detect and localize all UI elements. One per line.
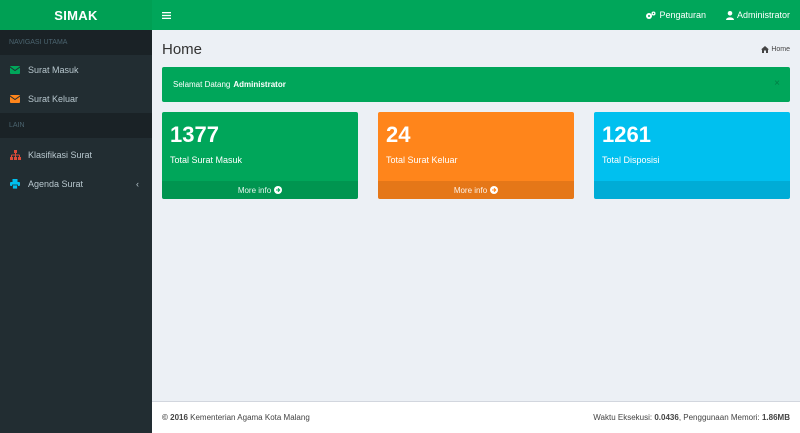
top-navbar: Pengaturan Administrator — [152, 0, 800, 30]
memory-value: 1.86MB — [761, 413, 790, 422]
stat-box-surat-masuk: 1377 Total Surat Masuk More info — [162, 112, 358, 199]
settings-label: Pengaturan — [659, 10, 706, 20]
stat-label: Total Disposisi — [602, 155, 660, 165]
arrow-circle-right-icon — [274, 186, 283, 194]
sidebar-item-agenda-surat[interactable]: Agenda Surat ‹ — [0, 169, 152, 198]
copyright-year: © 2016 — [162, 413, 191, 422]
print-icon — [10, 178, 22, 189]
sitemap-icon — [10, 149, 22, 160]
exec-label: Waktu Eksekusi: — [593, 413, 655, 422]
sidebar-item-label: Klasifikasi Surat — [28, 149, 93, 160]
envelope-icon — [10, 65, 22, 74]
stat-label: Total Surat Keluar — [386, 155, 458, 165]
sidebar: SIMAK NAVIGASI UTAMA Surat Masuk Surat K… — [0, 0, 152, 433]
chevron-left-icon: ‹ — [136, 178, 139, 189]
main-content: Home Home Selamat Datang Administrator ×… — [152, 30, 800, 401]
alert-user: Administrator — [233, 80, 286, 89]
settings-menu[interactable]: Pengaturan — [645, 10, 706, 20]
more-info-link[interactable]: More info — [162, 181, 358, 199]
stat-value: 1261 — [602, 122, 651, 147]
user-icon — [725, 10, 734, 20]
stat-label: Total Surat Masuk — [170, 155, 243, 165]
welcome-alert: Selamat Datang Administrator × — [162, 67, 790, 102]
page-stats: Waktu Eksekusi: 0.0436, Penggunaan Memor… — [593, 413, 790, 422]
gears-icon — [646, 11, 656, 19]
organization-name: Kementerian Agama Kota Malang — [190, 413, 310, 422]
exec-value: 0.0436 — [654, 413, 679, 422]
sidebar-item-label: Surat Keluar — [28, 93, 79, 104]
breadcrumb-home: Home — [771, 46, 790, 53]
more-info-label: More info — [453, 185, 488, 195]
sidebar-item-surat-masuk[interactable]: Surat Masuk — [0, 55, 152, 84]
sidebar-item-surat-keluar[interactable]: Surat Keluar — [0, 84, 152, 113]
stat-box-surat-keluar: 24 Total Surat Keluar More info — [378, 112, 574, 199]
copyright: © 2016 Kementerian Agama Kota Malang — [162, 413, 310, 422]
user-label: Administrator — [736, 10, 790, 20]
nav-header-main: NAVIGASI UTAMA — [0, 30, 152, 55]
nav-header-other: LAIN — [0, 113, 152, 138]
close-icon[interactable]: × — [774, 78, 780, 89]
breadcrumb[interactable]: Home — [761, 46, 790, 53]
home-icon — [761, 46, 770, 53]
arrow-circle-right-icon — [490, 186, 499, 194]
envelope-icon — [10, 94, 22, 103]
sidebar-item-label: Agenda Surat — [28, 178, 84, 189]
alert-text: Selamat Datang — [173, 80, 231, 89]
page-title: Home — [162, 41, 203, 58]
box-footer — [594, 181, 790, 199]
stat-value: 1377 — [170, 122, 219, 147]
hamburger-icon — [161, 11, 171, 19]
sidebar-item-klasifikasi-surat[interactable]: Klasifikasi Surat — [0, 140, 152, 169]
user-menu[interactable]: Administrator — [725, 10, 790, 20]
page-footer: © 2016 Kementerian Agama Kota Malang Wak… — [152, 401, 800, 433]
memory-label: , Penggunaan Memori: — [678, 413, 762, 422]
more-info-link[interactable]: More info — [378, 181, 574, 199]
app-logo[interactable]: SIMAK — [0, 0, 152, 30]
more-info-label: More info — [237, 185, 272, 195]
stat-box-disposisi: 1261 Total Disposisi — [594, 112, 790, 199]
sidebar-item-label: Surat Masuk — [28, 64, 79, 75]
stat-value: 24 — [386, 122, 411, 147]
sidebar-toggle-button[interactable] — [152, 0, 180, 30]
